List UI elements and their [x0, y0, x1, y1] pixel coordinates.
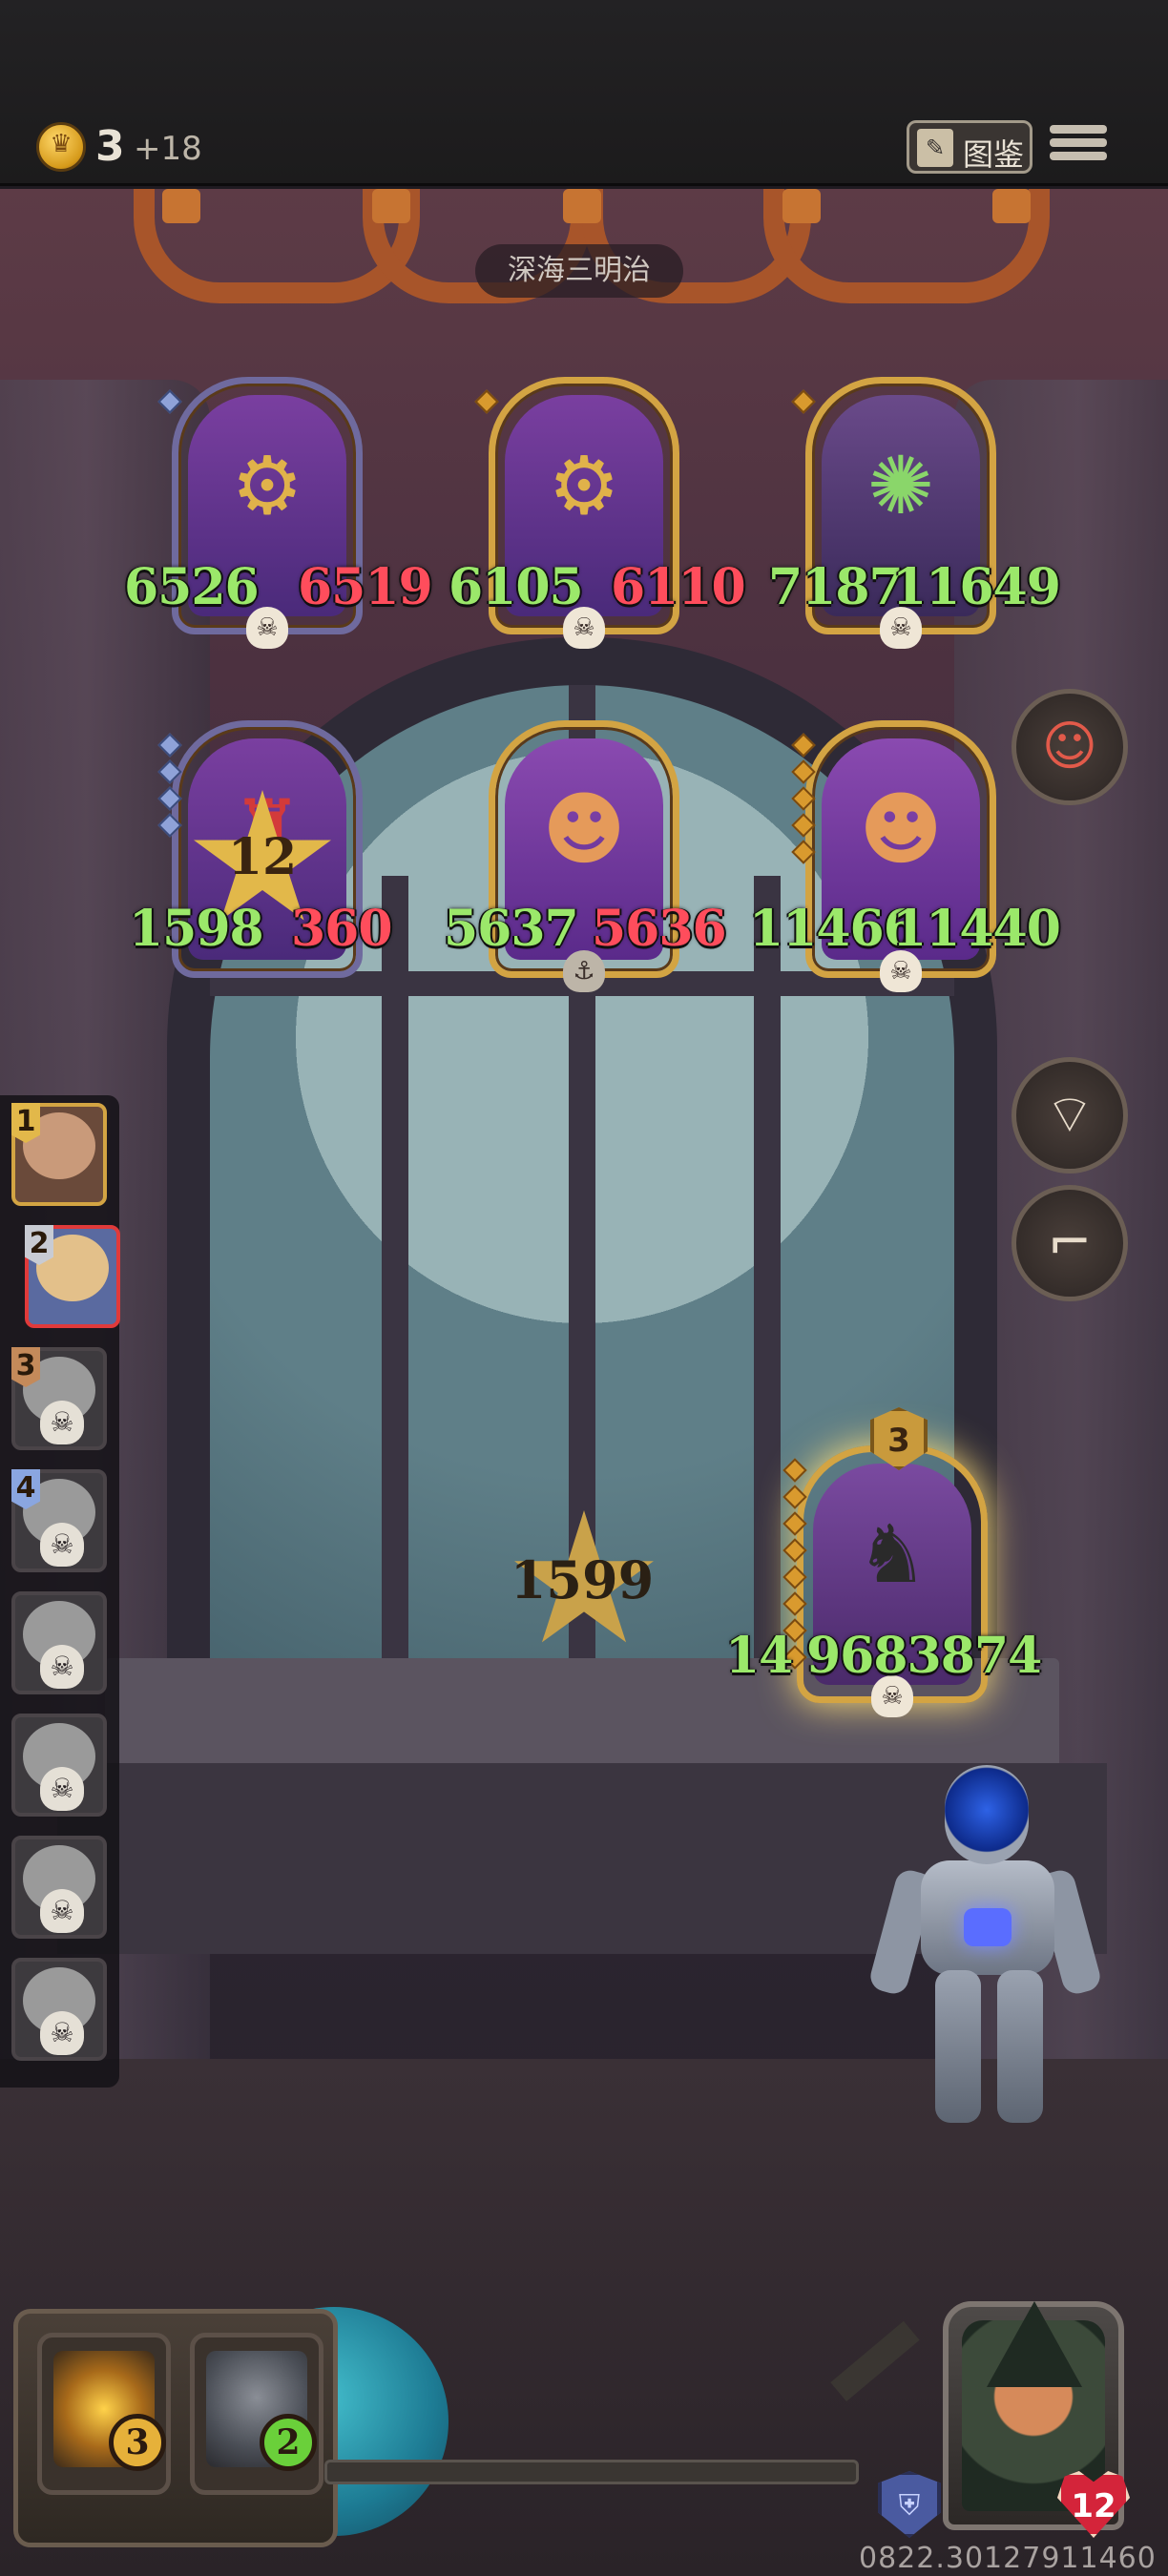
roster-slot-5[interactable]: ☠ [11, 1591, 107, 1694]
witch-hat-icon [987, 2301, 1082, 2387]
mask-icon: ☺ [1041, 716, 1098, 778]
skull-icon: ☠ [40, 1523, 84, 1567]
shop-item-2[interactable] [190, 2333, 323, 2495]
hero-robot [866, 1765, 1104, 2128]
gold-income: +18 [134, 130, 202, 168]
codex-button[interactable]: ✎ 图鉴 [907, 120, 1032, 174]
skull-icon: ☠ [40, 1889, 84, 1933]
rank-badge: 4 [11, 1469, 40, 1509]
rank-badge: 2 [25, 1225, 53, 1265]
damage-star-value: 1599 [510, 1549, 655, 1610]
codex-icon: ✎ [917, 129, 953, 167]
golem-icon: ⚙ [231, 439, 303, 532]
gold-count: 3 [95, 122, 125, 171]
roster-slot-3[interactable]: ☠ 3 [11, 1347, 107, 1450]
rifle-button[interactable]: ⌐ [1012, 1185, 1128, 1301]
skull-icon: ☠ [40, 1767, 84, 1811]
shop-item-2-cost: 2 [260, 2414, 317, 2471]
scorpion-icon: ✺ [866, 439, 935, 532]
player-minion-attack: 14 [725, 1627, 793, 1685]
witch-girl-icon: ☻ [859, 782, 943, 876]
build-id: 0822.30127911460 [859, 2542, 1157, 2575]
skull-icon: ☠ [40, 1645, 84, 1689]
skull-icon: ☠ [40, 1401, 84, 1444]
shop-item-1-cost: 3 [109, 2414, 166, 2471]
rail [324, 2460, 859, 2484]
player-roster: 1 2 ☠ 3 ☠ 4 ☠ ☠ ☠ ☠ [0, 1095, 120, 2088]
enemy-1-attack: 6526 [124, 558, 260, 616]
player-minion-health: 9683874 [806, 1627, 1042, 1685]
fan-icon: ⌔ [1044, 1084, 1095, 1146]
coin-icon [36, 122, 86, 172]
roster-slot-8[interactable]: ☠ [11, 1958, 107, 2061]
rank-badge: 1 [11, 1103, 40, 1143]
enemy-2-health: 6110 [611, 558, 746, 616]
witch-girl-icon: ☻ [542, 782, 626, 876]
enemy-3-health: 11649 [892, 558, 1061, 616]
fan-button[interactable]: ⌔ [1012, 1057, 1128, 1174]
enemy-1-health: 6519 [298, 558, 433, 616]
skull-icon: ☠ [40, 2011, 84, 2055]
enemy-6-health: 11440 [892, 900, 1061, 958]
enemy-3-attack: 7187 [768, 558, 904, 616]
shop-item-1[interactable] [37, 2333, 171, 2495]
codex-label: 图鉴 [963, 136, 1025, 173]
golem-icon: ⚙ [548, 439, 620, 532]
star-badge-value: 12 [227, 828, 298, 886]
roster-slot-6[interactable]: ☠ [11, 1714, 107, 1817]
enemy-4-health: 360 [291, 900, 393, 958]
gunslinger-icon: ♞ [856, 1507, 928, 1601]
menu-icon [1050, 125, 1107, 134]
rifle-icon: ⌐ [1047, 1212, 1093, 1274]
enemy-5-health: 5636 [592, 900, 727, 958]
roster-slot-1[interactable]: 1 [11, 1103, 107, 1206]
enemy-5-attack: 5637 [444, 900, 579, 958]
enemy-4-attack: 1598 [129, 900, 264, 958]
mask-button[interactable]: ☺ [1012, 689, 1128, 805]
roster-slot-4[interactable]: ☠ 4 [11, 1469, 107, 1572]
rank-badge: 3 [11, 1347, 40, 1387]
roster-slot-7[interactable]: ☠ [11, 1836, 107, 1939]
menu-button[interactable] [1050, 120, 1107, 174]
enemy-2-attack: 6105 [448, 558, 584, 616]
roster-slot-2[interactable]: 2 [25, 1225, 120, 1328]
zone-name: 深海三明治 [475, 244, 683, 298]
top-bar: 3 +18 ✎ 图鉴 [0, 0, 1168, 186]
